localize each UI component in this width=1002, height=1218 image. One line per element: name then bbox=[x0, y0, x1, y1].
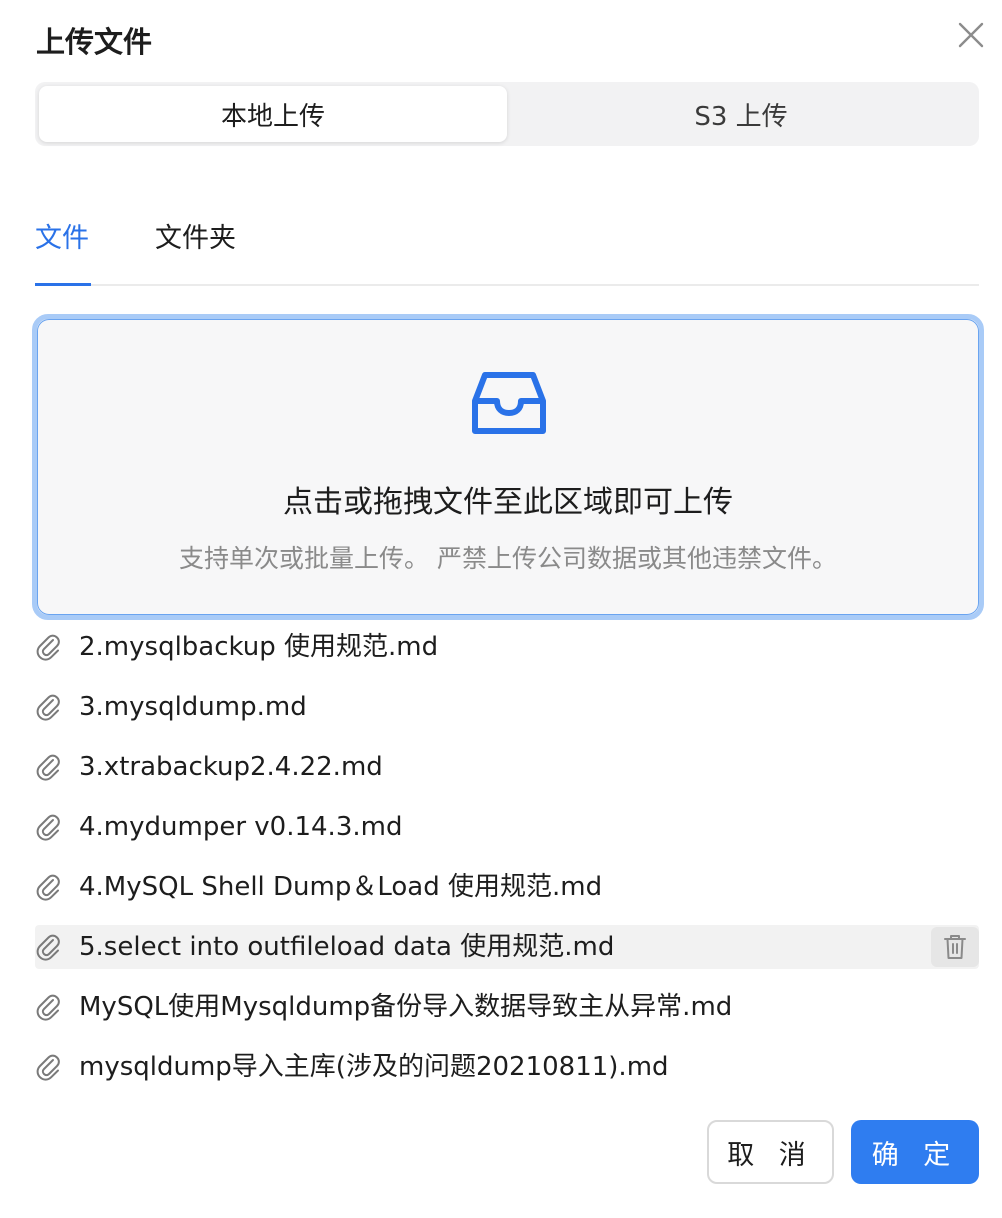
list-item[interactable]: 5.select into outfileload data 使用规范.md bbox=[35, 925, 979, 969]
list-item[interactable]: 2.mysqlbackup 使用规范.md bbox=[35, 625, 979, 669]
file-name: 4.mydumper v0.14.3.md bbox=[79, 812, 403, 842]
segment-local-upload[interactable]: 本地上传 bbox=[39, 86, 507, 142]
segment-s3-upload[interactable]: S3 上传 bbox=[507, 86, 975, 142]
confirm-button[interactable]: 确 定 bbox=[851, 1120, 979, 1184]
file-name: MySQL使用Mysqldump备份导入数据导致主从异常.md bbox=[79, 992, 733, 1022]
close-button[interactable] bbox=[952, 16, 990, 54]
list-item[interactable]: MySQL使用Mysqldump备份导入数据导致主从异常.md bbox=[35, 985, 979, 1029]
paperclip-icon bbox=[36, 994, 60, 1021]
list-item[interactable]: 4.MySQL Shell Dump＆Load 使用规范.md bbox=[35, 865, 979, 909]
upload-dialog: 上传文件 本地上传 S3 上传 文件 文件夹 点击或拖拽文件至此区域即可上传 支… bbox=[0, 0, 1002, 1218]
paperclip-icon bbox=[36, 814, 60, 841]
upload-source-switch: 本地上传 S3 上传 bbox=[35, 82, 979, 146]
list-item[interactable]: mysqldump导入主库(涉及的问题20210811).md bbox=[35, 1045, 979, 1089]
paperclip-icon bbox=[36, 934, 60, 961]
file-name: 3.mysqldump.md bbox=[79, 692, 307, 722]
tab-active-indicator bbox=[35, 283, 91, 286]
dialog-title: 上传文件 bbox=[36, 25, 153, 59]
file-name: 3.xtrabackup2.4.22.md bbox=[79, 752, 383, 782]
uploaded-file-list: 2.mysqlbackup 使用规范.md 3.mysqldump.md 3.x… bbox=[35, 625, 979, 1105]
paperclip-icon bbox=[36, 1054, 60, 1081]
paperclip-icon bbox=[36, 694, 60, 721]
paperclip-icon bbox=[36, 874, 60, 901]
file-name: 2.mysqlbackup 使用规范.md bbox=[79, 632, 439, 662]
list-item[interactable]: 3.mysqldump.md bbox=[35, 685, 979, 729]
cancel-button[interactable]: 取 消 bbox=[707, 1120, 834, 1184]
tab-file[interactable]: 文件 bbox=[35, 219, 89, 259]
dropzone-hint: 支持单次或批量上传。 严禁上传公司数据或其他违禁文件。 bbox=[179, 544, 837, 573]
upload-type-tabs: 文件 文件夹 bbox=[35, 205, 979, 286]
dropzone-title: 点击或拖拽文件至此区域即可上传 bbox=[283, 485, 733, 520]
inbox-icon bbox=[472, 372, 546, 434]
list-item[interactable]: 3.xtrabackup2.4.22.md bbox=[35, 745, 979, 789]
paperclip-icon bbox=[36, 754, 60, 781]
close-icon bbox=[958, 22, 984, 48]
tab-folder[interactable]: 文件夹 bbox=[155, 219, 236, 259]
trash-icon bbox=[944, 935, 966, 959]
upload-dropzone[interactable]: 点击或拖拽文件至此区域即可上传 支持单次或批量上传。 严禁上传公司数据或其他违禁… bbox=[32, 314, 984, 620]
list-item[interactable]: 4.mydumper v0.14.3.md bbox=[35, 805, 979, 849]
delete-file-button[interactable] bbox=[931, 927, 979, 967]
file-name: mysqldump导入主库(涉及的问题20210811).md bbox=[79, 1052, 669, 1082]
file-name: 5.select into outfileload data 使用规范.md bbox=[79, 932, 615, 962]
paperclip-icon bbox=[36, 634, 60, 661]
file-name: 4.MySQL Shell Dump＆Load 使用规范.md bbox=[79, 872, 603, 902]
